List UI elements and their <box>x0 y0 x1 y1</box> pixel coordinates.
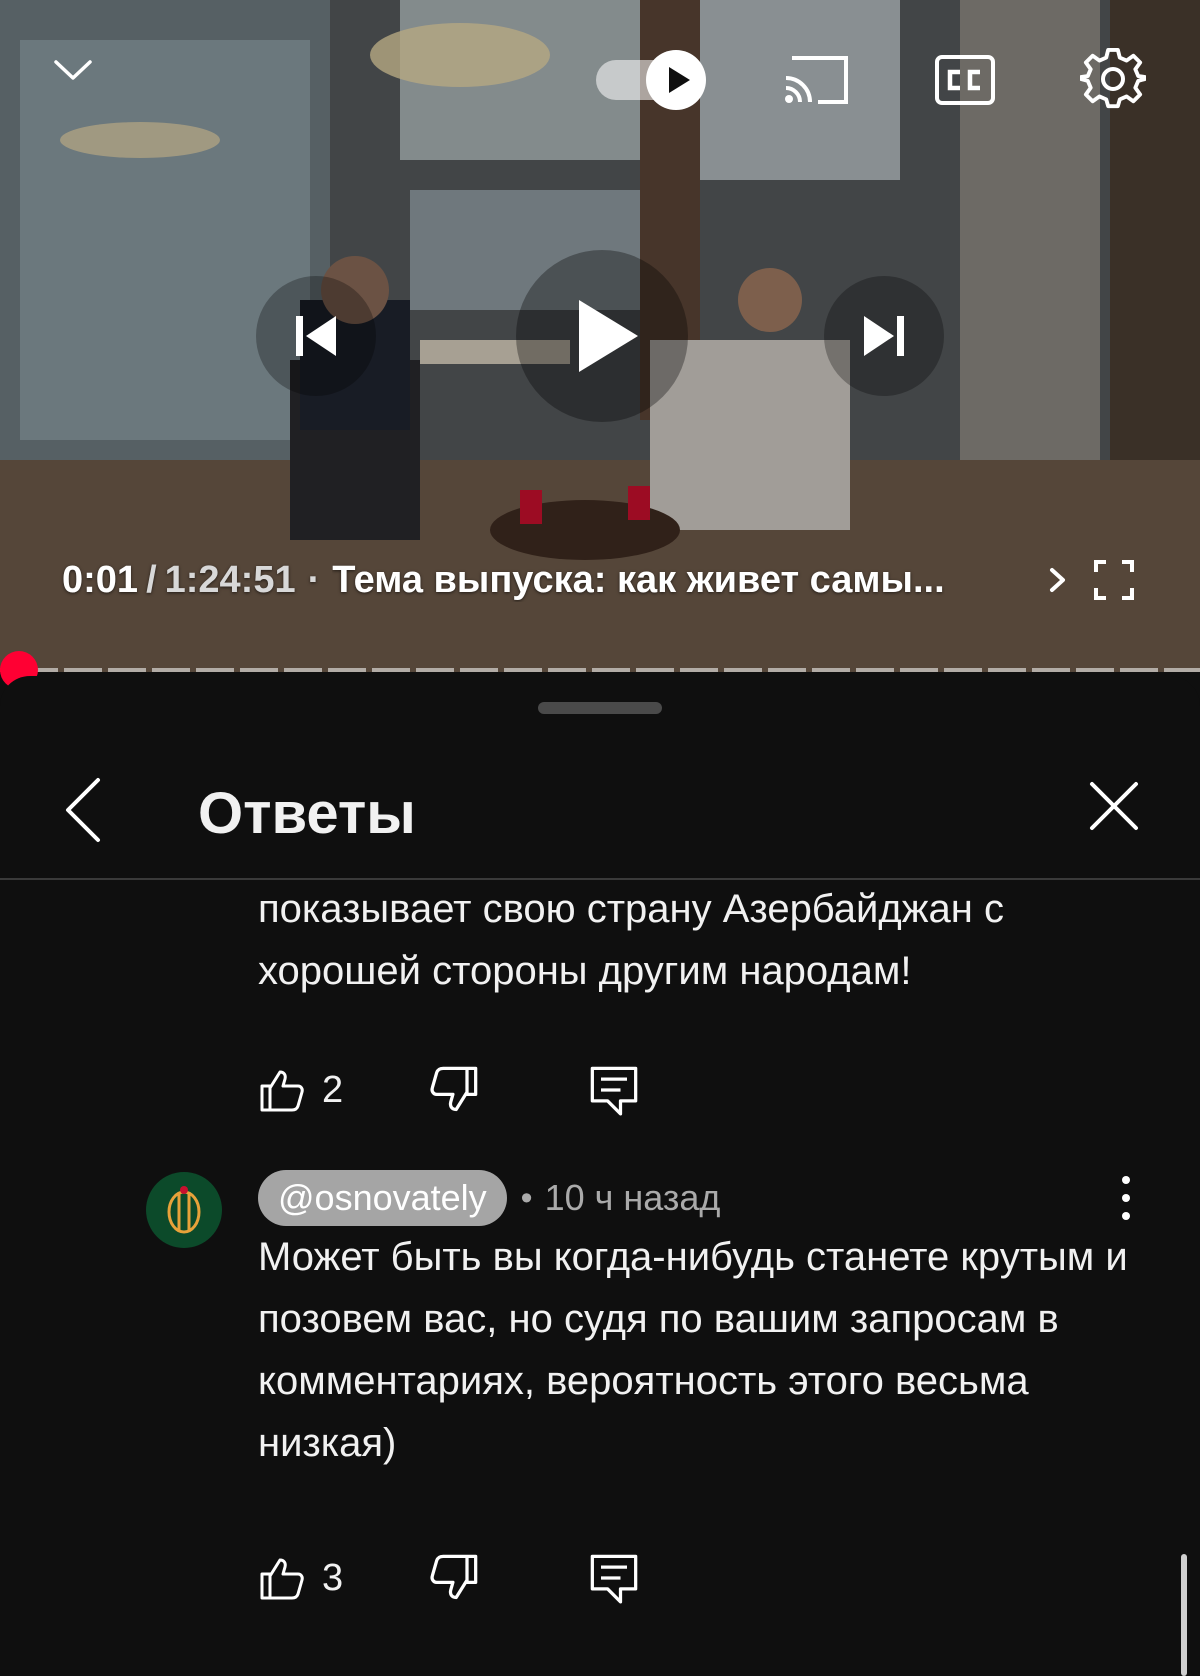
chapter-separator: · <box>307 558 321 601</box>
player-top-controls <box>0 0 1200 160</box>
autoplay-knob <box>646 50 706 110</box>
replies-header: Ответы <box>0 736 1200 880</box>
replies-panel: Ответы успеха, грамотный,образованный па… <box>0 676 1200 1676</box>
previous-icon <box>296 316 336 356</box>
autoplay-play-icon <box>669 67 690 93</box>
total-duration: 1:24:51 <box>164 558 296 601</box>
player-center-controls <box>0 250 1200 430</box>
replies-list[interactable]: успеха, грамотный,образованный парень и … <box>0 882 1200 1676</box>
like-count: 2 <box>322 1068 344 1111</box>
avatar[interactable] <box>146 1172 222 1248</box>
reply-icon[interactable] <box>588 1064 640 1116</box>
video-player[interactable]: 0:01 / 1:24:51 · Тема выпуска: как живет… <box>0 0 1200 672</box>
comment-text: успеха, грамотный,образованный парень и … <box>258 887 1004 993</box>
channel-logo <box>167 1186 201 1234</box>
chapter-title[interactable]: Тема выпуска: как живет самы... <box>332 559 944 602</box>
previous-button[interactable] <box>256 276 376 396</box>
drag-handle[interactable] <box>538 702 662 714</box>
chevron-right-icon[interactable] <box>1042 564 1074 596</box>
player-bottom-bar: 0:01 / 1:24:51 · Тема выпуска: как живет… <box>62 552 1142 608</box>
play-icon <box>579 300 638 372</box>
cast-icon[interactable] <box>782 52 852 108</box>
scrollbar[interactable] <box>1181 1554 1187 1676</box>
panel-title: Ответы <box>198 781 416 846</box>
reply-icon[interactable] <box>588 1552 640 1604</box>
more-options-icon[interactable] <box>1114 1168 1138 1228</box>
comment-actions: 2 <box>258 1060 718 1120</box>
like-count: 3 <box>322 1556 344 1599</box>
next-button[interactable] <box>824 276 944 396</box>
fullscreen-icon[interactable] <box>1092 558 1136 602</box>
gear-icon[interactable] <box>1080 46 1146 112</box>
thumbs-down-icon[interactable] <box>428 1064 480 1116</box>
next-icon <box>864 316 904 356</box>
time-separator: / <box>146 558 157 601</box>
close-icon[interactable] <box>1086 778 1142 834</box>
play-button[interactable] <box>516 250 688 422</box>
meta-separator: • <box>520 1178 533 1217</box>
cc-icon[interactable] <box>934 52 996 108</box>
author-handle[interactable]: @osnovately <box>258 1170 507 1226</box>
current-time: 0:01 <box>62 558 139 601</box>
like-button[interactable]: 3 <box>258 1548 343 1608</box>
comment-timestamp: 10 ч назад <box>544 1177 721 1218</box>
like-button[interactable]: 2 <box>258 1060 343 1120</box>
comment-meta: @osnovately • 10 ч назад <box>258 1170 720 1226</box>
comment-text: Может быть вы когда-нибудь станете круты… <box>258 1235 1128 1465</box>
progress-bar[interactable] <box>0 651 1200 689</box>
autoplay-toggle[interactable] <box>596 50 708 110</box>
thumbs-down-icon[interactable] <box>428 1552 480 1604</box>
thumbs-up-icon <box>260 1558 304 1600</box>
thumbs-up-icon <box>260 1070 304 1112</box>
progress-track <box>20 668 1200 672</box>
comment-actions: 3 <box>258 1548 718 1608</box>
back-arrow-icon[interactable] <box>58 774 110 846</box>
chevron-down-icon[interactable] <box>50 46 96 92</box>
